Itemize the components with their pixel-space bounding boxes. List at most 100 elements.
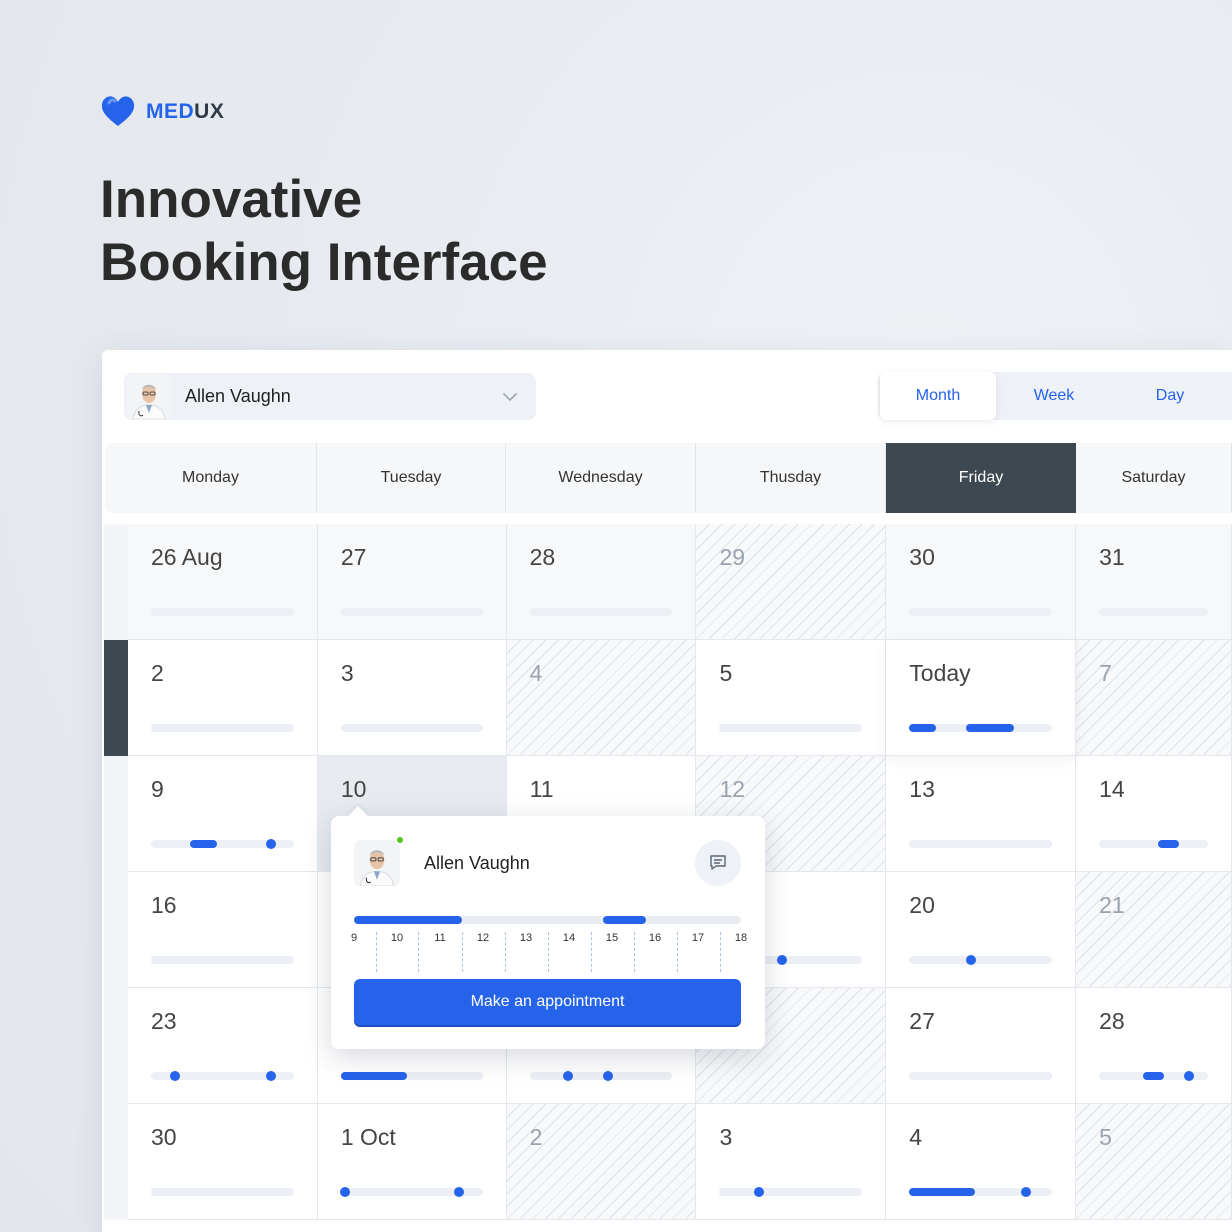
day-cell[interactable]: 3 <box>696 1104 887 1220</box>
hour-label: 9 <box>350 932 358 944</box>
day-availability-track <box>909 724 1053 732</box>
week-indicator <box>104 1104 128 1220</box>
day-cell[interactable]: 14 <box>1076 756 1232 872</box>
day-cell[interactable]: 27 <box>886 988 1077 1104</box>
day-number: 4 <box>529 660 543 686</box>
chevron-down-icon <box>503 393 517 401</box>
day-cell[interactable]: 5 <box>696 640 887 756</box>
day-cell[interactable]: 28 <box>1076 988 1232 1104</box>
day-availability-track <box>909 608 1053 616</box>
day-cell[interactable]: 16 <box>127 872 318 988</box>
popup-doctor-avatar <box>354 840 400 886</box>
day-number: 31 <box>1099 544 1125 570</box>
day-number: 7 <box>1099 660 1112 686</box>
doctor-select[interactable]: Allen Vaughn <box>124 373 536 420</box>
day-availability-track <box>1099 840 1208 848</box>
hour-label: 11 <box>434 932 446 944</box>
day-cell[interactable]: 1 Oct <box>317 1104 507 1220</box>
booking-segment <box>1142 1072 1165 1080</box>
day-availability-track <box>150 608 294 616</box>
day-number: 26 Aug <box>150 544 223 570</box>
day-cell[interactable]: 9 <box>127 756 318 872</box>
day-number: 29 <box>719 544 746 570</box>
hour-label: 18 <box>734 932 748 944</box>
weekday-header: Monday Tuesday Wednesday Thusday Friday Satur… <box>105 443 1232 513</box>
booking-dot <box>777 955 788 965</box>
chat-icon <box>710 855 726 870</box>
day-cell[interactable]: 27 <box>317 524 507 640</box>
hour-label: 15 <box>605 932 619 944</box>
chat-button[interactable] <box>695 840 741 886</box>
day-cell-today[interactable]: Today <box>886 640 1077 756</box>
online-status-indicator <box>395 835 405 845</box>
day-cell[interactable]: 20 <box>886 872 1077 988</box>
day-number: 16 <box>150 892 177 918</box>
day-cell: 21 <box>1076 872 1232 988</box>
day-availability-track <box>719 1187 863 1197</box>
week-indicator <box>104 988 128 1104</box>
day-cell[interactable]: 26 Aug <box>127 524 318 640</box>
day-cell[interactable]: 23 <box>127 988 318 1104</box>
make-appointment-button[interactable]: Make an appointment <box>354 979 741 1025</box>
week-row: 2 3 4 5 Today 7 <box>104 640 1232 756</box>
page-title-line2: Booking Interface <box>100 233 548 292</box>
day-number: 21 <box>1099 892 1125 918</box>
hour-label: 16 <box>648 932 662 944</box>
week-row: 30 1 Oct 2 3 4 5 <box>104 1104 1232 1220</box>
day-cell[interactable]: 28 <box>506 524 697 640</box>
half-hour-divider <box>547 932 549 972</box>
day-number: Today <box>909 660 971 686</box>
day-cell[interactable]: 31 <box>1076 524 1232 640</box>
day-cell[interactable]: 3 <box>317 640 507 756</box>
day-number: 27 <box>340 544 367 570</box>
booked-slot[interactable] <box>603 916 647 924</box>
booking-dot <box>1184 1071 1195 1081</box>
tab-week[interactable]: Week <box>996 372 1112 420</box>
day-cell[interactable]: 4 <box>886 1104 1077 1220</box>
day-number: 27 <box>909 1008 935 1034</box>
day-cell: 29 <box>696 524 887 640</box>
half-hour-divider <box>633 932 635 972</box>
day-number: 2 <box>529 1124 543 1150</box>
weekday-wednesday: Wednesday <box>506 443 696 513</box>
day-number: 3 <box>719 1124 733 1150</box>
weekday-thusday: Thusday <box>696 443 886 513</box>
day-cell[interactable]: 30 <box>127 1104 318 1220</box>
day-number: 5 <box>1099 1124 1112 1150</box>
hour-label: 10 <box>390 932 404 944</box>
day-cell[interactable]: 30 <box>886 524 1077 640</box>
availability-timeline <box>354 916 741 924</box>
half-hour-divider <box>461 932 463 972</box>
day-availability-track <box>909 840 1053 848</box>
day-number: 30 <box>909 544 935 570</box>
day-number: 28 <box>1099 1008 1125 1034</box>
view-tabs: Month Week Day <box>878 372 1232 420</box>
day-availability-track <box>340 1072 483 1080</box>
day-cell: 2 <box>506 1104 697 1220</box>
day-number: 13 <box>909 776 935 802</box>
booked-slot[interactable] <box>354 916 462 924</box>
day-availability-track <box>340 1187 483 1197</box>
tab-day[interactable]: Day <box>1112 372 1228 420</box>
half-hour-divider <box>590 932 592 972</box>
page-title-line1: Innovative <box>100 170 363 229</box>
day-cell[interactable]: 2 <box>127 640 318 756</box>
week-row: 26 Aug 27 28 29 30 31 <box>104 524 1232 640</box>
calendar-panel: Allen Vaughn Month Week Day Monday Tuesday W… <box>102 350 1232 1232</box>
day-number: 20 <box>909 892 935 918</box>
day-number: 3 <box>340 660 354 686</box>
booking-segment <box>909 724 937 732</box>
day-number: 5 <box>719 660 733 686</box>
booking-segment <box>966 724 1014 732</box>
day-cell[interactable]: 13 <box>886 756 1077 872</box>
weekday-saturday: Saturday <box>1076 443 1232 513</box>
day-availability-track <box>909 955 1053 965</box>
booking-dot <box>965 955 976 965</box>
tab-month[interactable]: Month <box>880 372 996 420</box>
day-number: 14 <box>1099 776 1125 802</box>
day-number: 28 <box>529 544 556 570</box>
day-availability-track <box>150 1071 294 1081</box>
hour-label: 14 <box>562 932 576 944</box>
booking-segment <box>340 1072 408 1080</box>
day-number: 9 <box>150 776 164 802</box>
